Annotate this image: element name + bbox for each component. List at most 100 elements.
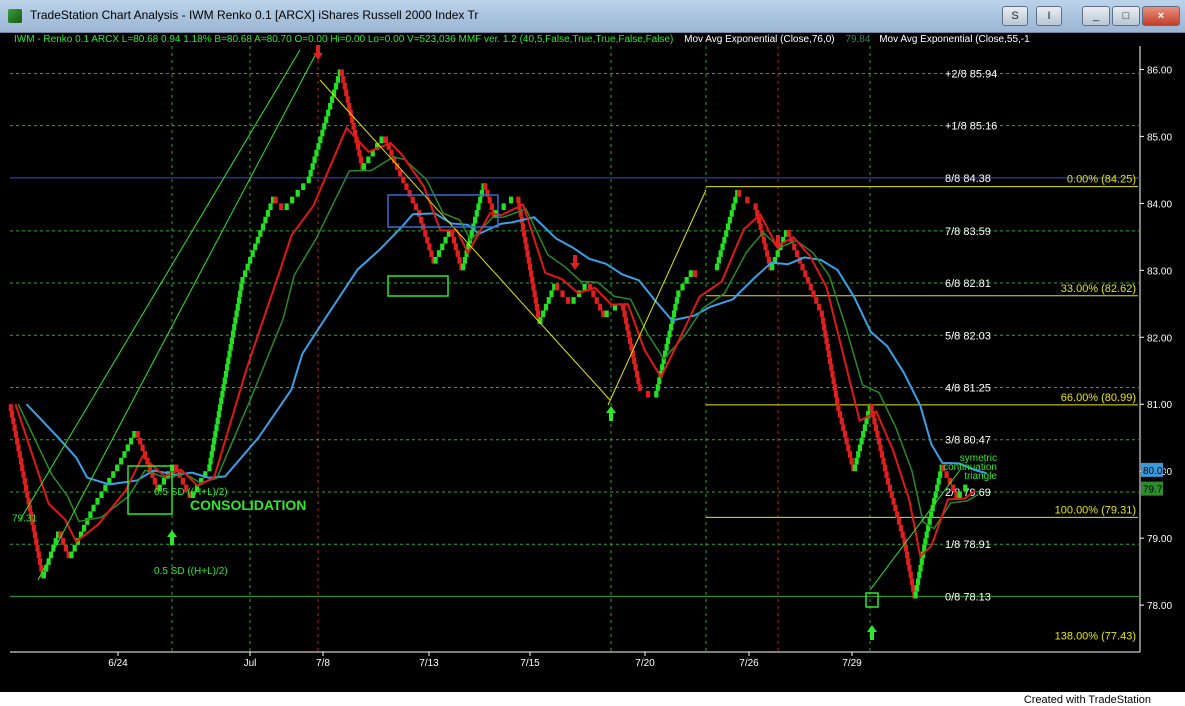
renko-up-brick bbox=[676, 290, 681, 298]
renko-down-brick bbox=[453, 243, 458, 251]
fib-level-label: 66.00% (80.99) bbox=[1061, 392, 1136, 404]
down-arrow-icon bbox=[570, 255, 580, 270]
renko-up-brick bbox=[230, 330, 236, 338]
date-tick-label: 7/15 bbox=[520, 658, 540, 669]
renko-down-brick bbox=[645, 390, 651, 398]
renko-down-brick bbox=[525, 250, 530, 257]
renko-down-brick bbox=[347, 102, 352, 110]
renko-down-brick bbox=[357, 149, 362, 157]
renko-up-brick bbox=[508, 196, 514, 204]
renko-up-brick bbox=[938, 471, 943, 478]
renko-up-brick bbox=[472, 216, 478, 224]
renko-up-brick bbox=[103, 484, 108, 492]
price-label: 79.31 bbox=[12, 513, 37, 524]
renko-down-brick bbox=[526, 256, 531, 264]
renko-up-brick bbox=[210, 444, 216, 452]
renko-bricks bbox=[8, 69, 968, 599]
renko-down-brick bbox=[404, 183, 409, 190]
renko-down-brick bbox=[626, 330, 631, 338]
quote-readout: IWM - Renko 0.1 ARCX L=80.68 0.94 1.18% … bbox=[14, 34, 674, 45]
renko-down-brick bbox=[792, 243, 797, 251]
renko-up-brick bbox=[44, 564, 49, 572]
murrey-level-label: +2/8 85.94 bbox=[945, 68, 997, 80]
renko-up-brick bbox=[235, 303, 240, 311]
renko-down-brick bbox=[637, 384, 642, 391]
renko-down-brick bbox=[180, 477, 186, 485]
renko-down-brick bbox=[820, 317, 826, 324]
renko-up-brick bbox=[209, 451, 214, 458]
renko-down-brick bbox=[455, 250, 460, 257]
renko-up-brick bbox=[226, 357, 231, 365]
renko-down-brick bbox=[872, 417, 877, 425]
renko-down-brick bbox=[824, 337, 829, 344]
renko-down-brick bbox=[345, 96, 350, 103]
renko-down-brick bbox=[837, 410, 843, 418]
renko-up-brick bbox=[240, 277, 245, 284]
renko-up-brick bbox=[219, 397, 224, 405]
renko-up-brick bbox=[312, 156, 317, 164]
renko-up-brick bbox=[242, 270, 248, 278]
renko-down-brick bbox=[31, 524, 36, 532]
renko-up-brick bbox=[329, 96, 335, 103]
renko-up-brick bbox=[69, 551, 74, 559]
renko-up-brick bbox=[722, 236, 727, 244]
renko-down-brick bbox=[828, 357, 833, 365]
renko-up-brick bbox=[245, 263, 250, 271]
renko-down-brick bbox=[597, 303, 603, 311]
renko-up-brick bbox=[239, 283, 244, 291]
renko-up-brick bbox=[227, 350, 232, 358]
trend-line bbox=[319, 79, 611, 401]
renko-chart[interactable]: 78.0079.0080.0081.0082.0083.0084.0085.00… bbox=[0, 0, 1185, 692]
renko-up-brick bbox=[320, 129, 325, 137]
renko-down-brick bbox=[875, 431, 880, 438]
renko-down-brick bbox=[911, 585, 916, 592]
renko-up-brick bbox=[308, 169, 313, 177]
renko-down-brick bbox=[341, 76, 346, 83]
renko-up-brick bbox=[724, 230, 729, 237]
renko-up-brick bbox=[220, 390, 225, 398]
renko-up-brick bbox=[268, 203, 273, 211]
renko-up-brick bbox=[128, 437, 134, 445]
renko-down-brick bbox=[344, 89, 349, 97]
date-tick-label: 7/8 bbox=[316, 658, 330, 669]
renko-up-brick bbox=[111, 471, 116, 478]
murrey-level-label: 5/8 82.03 bbox=[945, 330, 991, 342]
renko-up-brick bbox=[324, 116, 329, 124]
renko-up-brick bbox=[684, 277, 689, 284]
renko-up-brick bbox=[95, 497, 100, 505]
renko-down-brick bbox=[876, 437, 882, 445]
renko-up-brick bbox=[333, 82, 339, 90]
renko-up-brick bbox=[859, 437, 864, 445]
date-tick-label: 6/24 bbox=[108, 658, 128, 669]
renko-up-brick bbox=[88, 511, 93, 519]
renko-down-brick bbox=[830, 370, 835, 378]
renko-down-brick bbox=[413, 203, 419, 211]
renko-down-brick bbox=[32, 531, 38, 539]
renko-up-brick bbox=[314, 149, 319, 157]
price-tick-label: 78.00 bbox=[1147, 601, 1172, 612]
renko-up-brick bbox=[207, 464, 212, 472]
renko-down-brick bbox=[763, 243, 768, 251]
renko-up-brick bbox=[223, 370, 229, 378]
renko-down-brick bbox=[531, 283, 536, 291]
renko-down-brick bbox=[889, 491, 894, 498]
renko-up-brick bbox=[215, 417, 220, 425]
renko-down-brick bbox=[753, 203, 758, 211]
renko-up-brick bbox=[668, 323, 674, 331]
murrey-level-label: +1/8 85.16 bbox=[945, 121, 997, 133]
price-tick-label: 86.00 bbox=[1147, 65, 1172, 76]
renko-up-brick bbox=[361, 163, 367, 170]
renko-down-brick bbox=[529, 270, 534, 278]
renko-up-brick bbox=[915, 578, 921, 586]
renko-up-brick bbox=[729, 210, 734, 217]
renko-up-brick bbox=[720, 243, 725, 251]
renko-up-brick bbox=[725, 223, 731, 231]
renko-down-brick bbox=[15, 437, 20, 445]
renko-down-brick bbox=[841, 424, 846, 432]
renko-up-brick bbox=[852, 464, 858, 472]
renko-down-brick bbox=[878, 444, 883, 452]
annotation-text: CONSOLIDATION bbox=[190, 497, 306, 513]
trend-line bbox=[19, 49, 301, 521]
price-tick-label: 82.00 bbox=[1147, 333, 1172, 344]
renko-up-brick bbox=[671, 310, 677, 318]
